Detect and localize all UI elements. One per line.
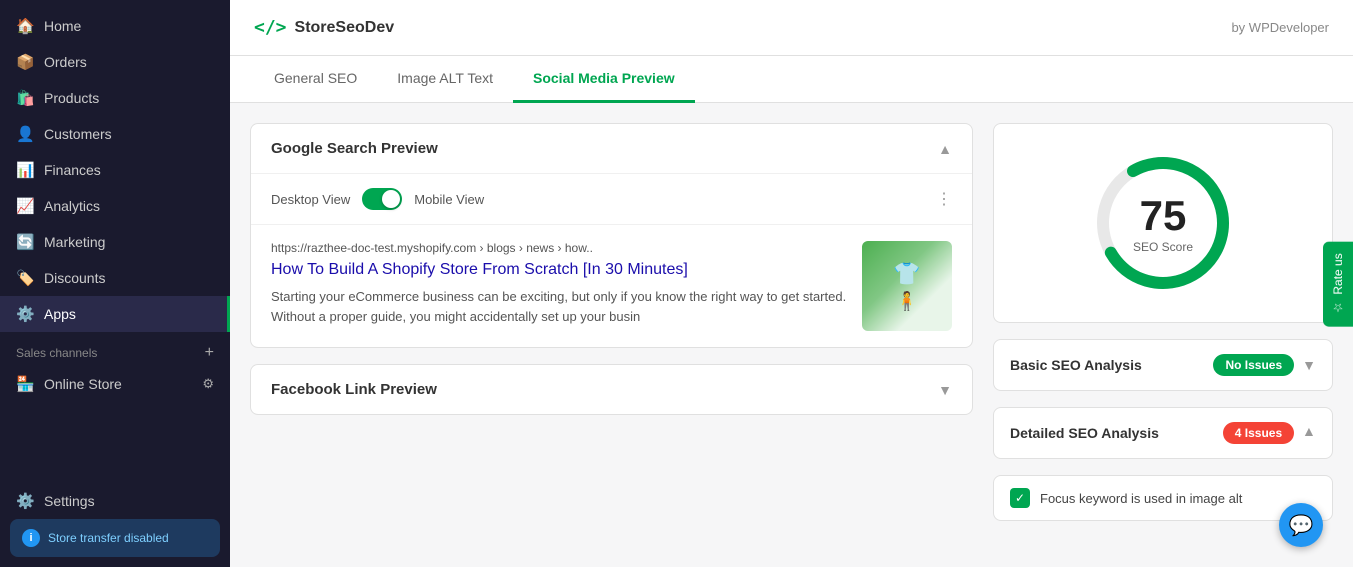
sidebar-item-home[interactable]: 🏠 Home — [0, 8, 230, 44]
facebook-link-preview-card: Facebook Link Preview ▼ — [250, 364, 973, 415]
sales-channels-section: Sales channels + — [0, 332, 230, 366]
search-url: https://razthee-doc-test.myshopify.com ›… — [271, 241, 850, 255]
more-options-icon[interactable]: ⋮ — [936, 189, 952, 209]
add-sales-channel-button[interactable]: + — [205, 344, 214, 362]
home-icon: 🏠 — [16, 17, 34, 35]
seo-score-card: 75 SEO Score — [993, 123, 1333, 323]
brand: </> StoreSeoDev — [254, 17, 394, 38]
tab-general-seo[interactable]: General SEO — [254, 56, 377, 103]
card-header-facebook: Facebook Link Preview ▼ — [251, 365, 972, 414]
products-icon: 🛍️ — [16, 89, 34, 107]
right-panel: 75 SEO Score Basic SEO Analysis No Issue… — [993, 123, 1333, 547]
seo-score-number: 75 SEO Score — [1133, 192, 1193, 254]
detailed-seo-chevron[interactable]: ▼ — [1302, 425, 1316, 441]
detailed-seo-right: 4 Issues ▼ — [1223, 422, 1316, 444]
rate-us-button[interactable]: ☆ Rate us — [1323, 241, 1353, 326]
desktop-view-label: Desktop View — [271, 192, 350, 207]
sidebar-item-apps[interactable]: ⚙️ Apps — [0, 296, 230, 332]
sidebar: 🏠 Home 📦 Orders 🛍️ Products 👤 Customers … — [0, 0, 230, 567]
basic-seo-analysis-row: Basic SEO Analysis No Issues ▼ — [993, 339, 1333, 391]
analytics-icon: 📈 — [16, 197, 34, 215]
online-store-settings-icon: ⚙ — [202, 376, 214, 392]
sidebar-item-orders[interactable]: 📦 Orders — [0, 44, 230, 80]
sidebar-item-finances[interactable]: 📊 Finances — [0, 152, 230, 188]
thumbnail-image: 👕 🧍 — [862, 241, 952, 331]
collapse-google-btn[interactable]: ▲ — [938, 141, 952, 157]
detailed-seo-badge: 4 Issues — [1223, 422, 1294, 444]
detailed-seo-label: Detailed SEO Analysis — [1010, 425, 1159, 441]
tab-social-media-preview[interactable]: Social Media Preview — [513, 56, 695, 103]
facebook-preview-title: Facebook Link Preview — [271, 381, 437, 398]
online-store-icon: 🏪 — [16, 375, 34, 393]
google-search-preview-card: Google Search Preview ▲ Desktop View Mob… — [250, 123, 973, 348]
shirt-icon: 👕 — [893, 261, 920, 287]
desktop-mobile-toggle[interactable] — [362, 188, 402, 210]
brand-name: StoreSeoDev — [295, 19, 395, 37]
apps-icon: ⚙️ — [16, 305, 34, 323]
search-result-title: How To Build A Shopify Store From Scratc… — [271, 259, 850, 281]
tab-image-alt-text[interactable]: Image ALT Text — [377, 56, 513, 103]
basic-seo-label: Basic SEO Analysis — [1010, 357, 1142, 373]
main-content: </> StoreSeoDev by WPDeveloper General S… — [230, 0, 1353, 567]
by-developer: by WPDeveloper — [1231, 20, 1329, 35]
seo-score-circle: 75 SEO Score — [1088, 148, 1238, 298]
person-icon: 🧍 — [896, 291, 918, 312]
sidebar-item-discounts[interactable]: 🏷️ Discounts — [0, 260, 230, 296]
discounts-icon: 🏷️ — [16, 269, 34, 287]
google-search-title: Google Search Preview — [271, 140, 438, 157]
finances-icon: 📊 — [16, 161, 34, 179]
star-icon: ☆ — [1331, 300, 1345, 314]
brand-icon: </> — [254, 17, 287, 38]
chat-button[interactable]: 💬 — [1279, 503, 1323, 547]
marketing-icon: 🔄 — [16, 233, 34, 251]
search-result-description: Starting your eCommerce business can be … — [271, 287, 850, 326]
detailed-seo-analysis-row: Detailed SEO Analysis 4 Issues ▼ — [993, 407, 1333, 459]
sidebar-item-settings[interactable]: ⚙️ Settings — [0, 483, 230, 519]
sidebar-item-online-store[interactable]: 🏪 Online Store ⚙ — [0, 366, 230, 402]
seo-score-value: 75 — [1133, 192, 1193, 240]
search-thumbnail: 👕 🧍 — [862, 241, 952, 331]
collapse-facebook-btn[interactable]: ▼ — [938, 382, 952, 398]
sidebar-item-marketing[interactable]: 🔄 Marketing — [0, 224, 230, 260]
check-icon: ✓ — [1010, 488, 1030, 508]
left-panel: Google Search Preview ▲ Desktop View Mob… — [250, 123, 973, 547]
topbar: </> StoreSeoDev by WPDeveloper — [230, 0, 1353, 56]
settings-icon: ⚙️ — [16, 492, 34, 510]
chat-icon: 💬 — [1289, 513, 1314, 538]
customers-icon: 👤 — [16, 125, 34, 143]
store-transfer-notice: i Store transfer disabled — [10, 519, 220, 557]
content-area: Google Search Preview ▲ Desktop View Mob… — [230, 103, 1353, 567]
sidebar-item-analytics[interactable]: 📈 Analytics — [0, 188, 230, 224]
focus-keyword-text: Focus keyword is used in image alt — [1040, 491, 1242, 506]
card-header-google: Google Search Preview ▲ — [251, 124, 972, 174]
orders-icon: 📦 — [16, 53, 34, 71]
tab-bar: General SEO Image ALT Text Social Media … — [230, 56, 1353, 103]
sidebar-item-customers[interactable]: 👤 Customers — [0, 116, 230, 152]
sidebar-item-products[interactable]: 🛍️ Products — [0, 80, 230, 116]
mobile-view-label: Mobile View — [414, 192, 484, 207]
search-result-text: https://razthee-doc-test.myshopify.com ›… — [271, 241, 850, 326]
seo-score-label: SEO Score — [1133, 240, 1193, 254]
basic-seo-badge: No Issues — [1213, 354, 1294, 376]
basic-seo-right: No Issues ▼ — [1213, 354, 1316, 376]
basic-seo-chevron[interactable]: ▼ — [1302, 357, 1316, 373]
search-preview-content: https://razthee-doc-test.myshopify.com ›… — [251, 225, 972, 347]
info-icon: i — [22, 529, 40, 547]
search-preview-controls: Desktop View Mobile View ⋮ — [251, 174, 972, 225]
